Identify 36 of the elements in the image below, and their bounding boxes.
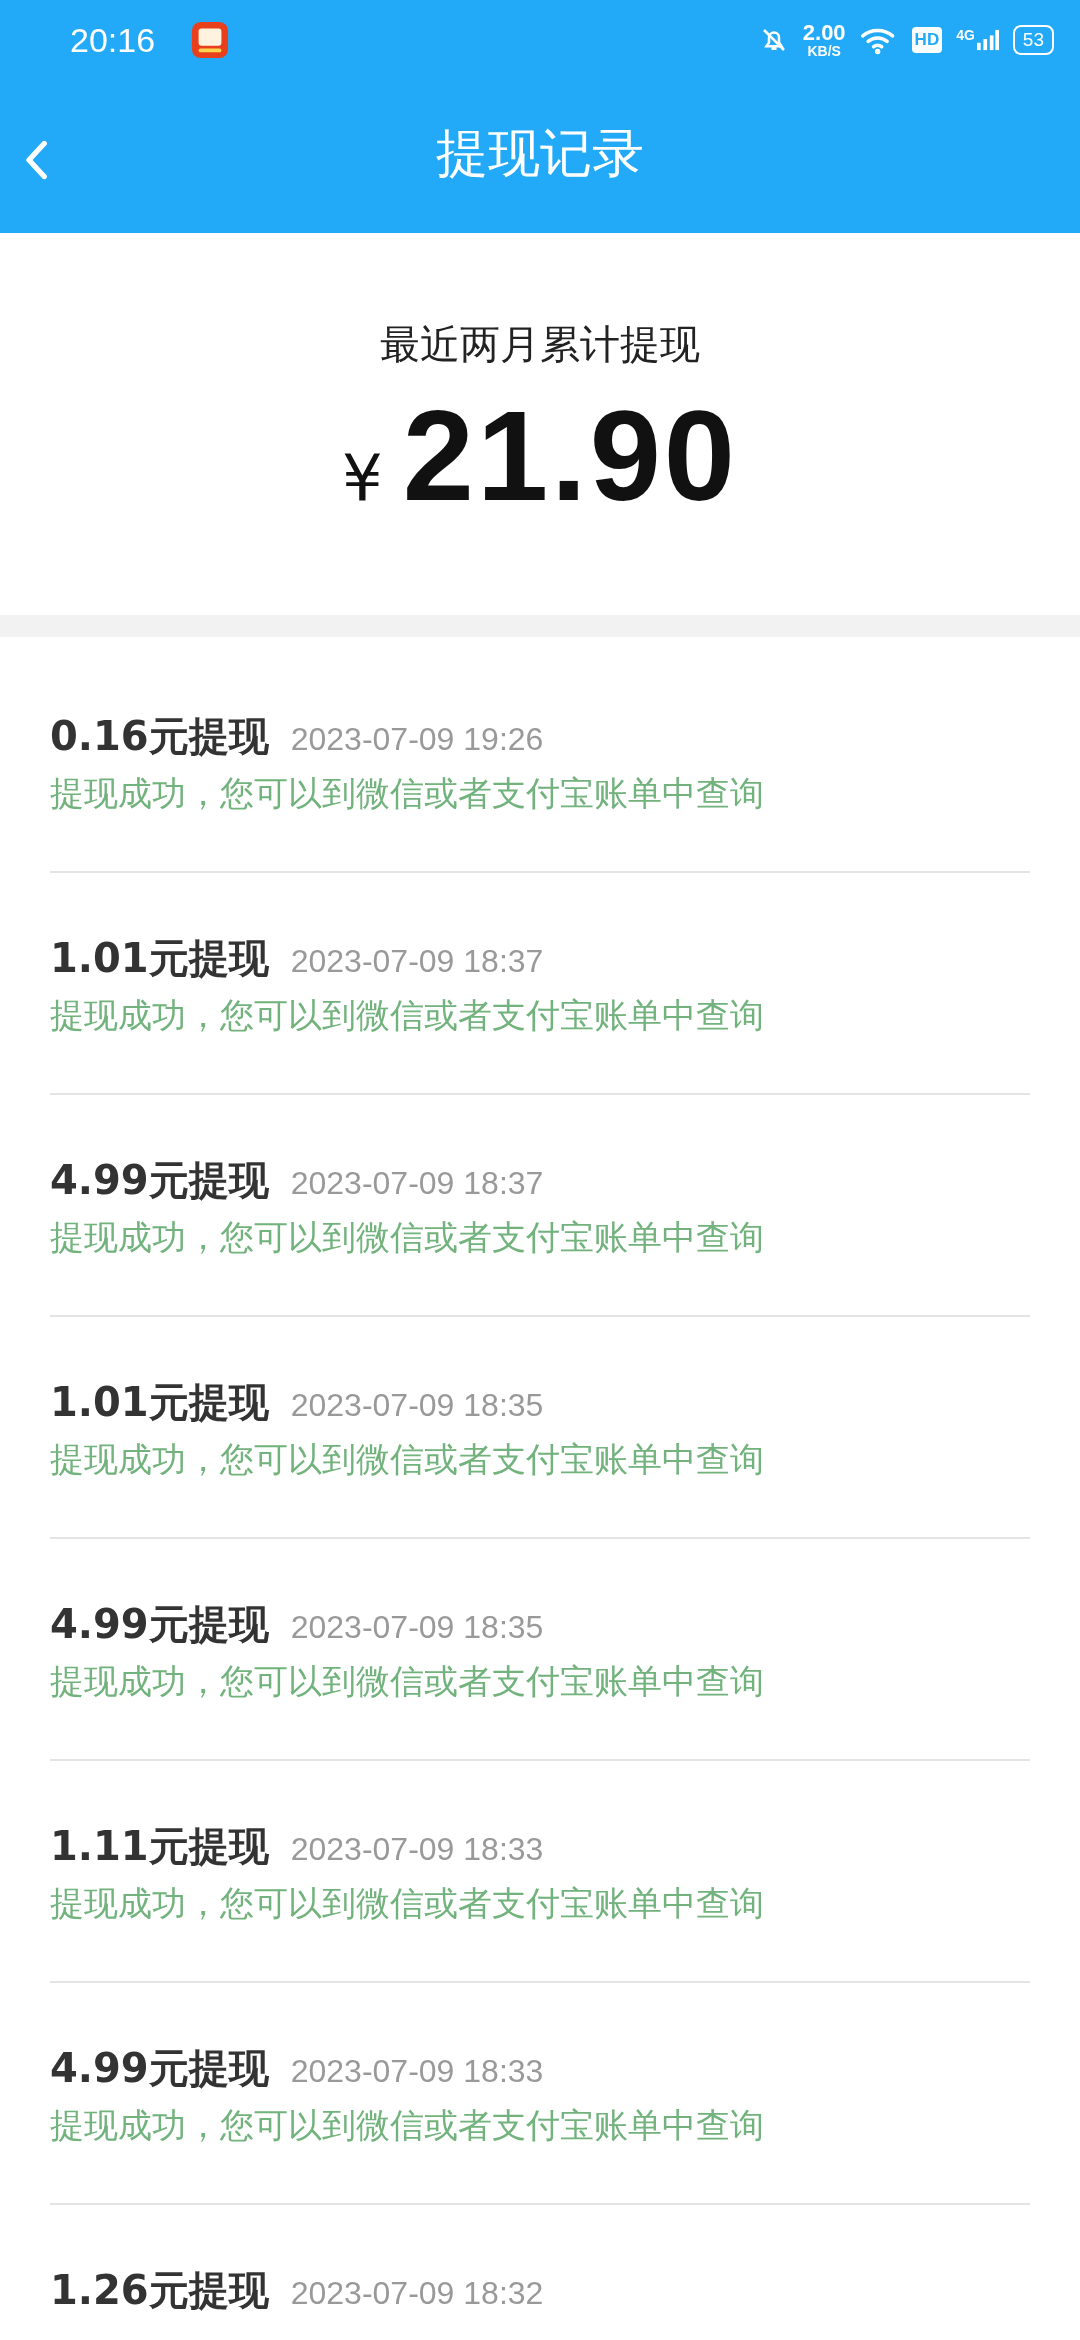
record-time: 2023-07-09 19:26 (290, 721, 544, 758)
signal-icon (976, 27, 999, 53)
net-speed-unit: KB/S (807, 44, 841, 58)
record-time: 2023-07-09 18:33 (290, 1831, 544, 1868)
record-status: 提现成功，您可以到微信或者支付宝账单中查询 (50, 1216, 765, 1259)
currency-symbol: ¥ (342, 441, 383, 515)
record-status: 提现成功，您可以到微信或者支付宝账单中查询 (50, 994, 765, 1037)
record-amount: 0.16元提现 (50, 712, 269, 761)
record-amount: 4.99元提现 (50, 1600, 269, 1649)
record-time: 2023-07-09 18:33 (290, 2053, 544, 2090)
record-status: 提现成功，您可以到微信或者支付宝账单中查询 (50, 1660, 765, 1703)
network-type: 4G (956, 27, 975, 43)
hd-badge: HD (911, 27, 943, 53)
record-status: 提现成功，您可以到微信或者支付宝账单中查询 (50, 1438, 765, 1481)
status-time: 20:16 (70, 20, 156, 60)
battery-indicator: 53 (1012, 25, 1054, 55)
record-amount: 1.01元提现 (50, 934, 269, 983)
summary-label: 最近两月累计提现 (380, 320, 700, 369)
record-time: 2023-07-09 18:37 (290, 943, 544, 980)
record-status: 提现成功，您可以到微信或者支付宝账单中查询 (50, 772, 765, 815)
record-amount: 1.01元提现 (50, 1378, 269, 1427)
app-icon (191, 21, 230, 59)
record-time: 2023-07-09 18:35 (290, 1387, 544, 1424)
record-amount: 4.99元提现 (50, 1156, 269, 1205)
net-speed: 2.00 (802, 22, 846, 44)
record-time: 2023-07-09 18:37 (290, 1165, 544, 1202)
record-time: 2023-07-09 18:35 (290, 1609, 544, 1646)
total-amount: 21.90 (402, 383, 738, 529)
record-status: 提现成功，您可以到微信或者支付宝账单中查询 (50, 1882, 765, 1925)
record-amount: 1.11元提现 (50, 1822, 269, 1871)
record-time: 2023-07-09 18:32 (290, 2275, 544, 2312)
page-title: 提现记录 (436, 121, 644, 185)
back-icon[interactable] (24, 140, 48, 180)
record-status: 提现成功，您可以到微信或者支付宝账单中查询 (50, 2104, 765, 2147)
record-amount: 4.99元提现 (50, 2044, 269, 2093)
record-amount: 1.26元提现 (50, 2266, 269, 2315)
